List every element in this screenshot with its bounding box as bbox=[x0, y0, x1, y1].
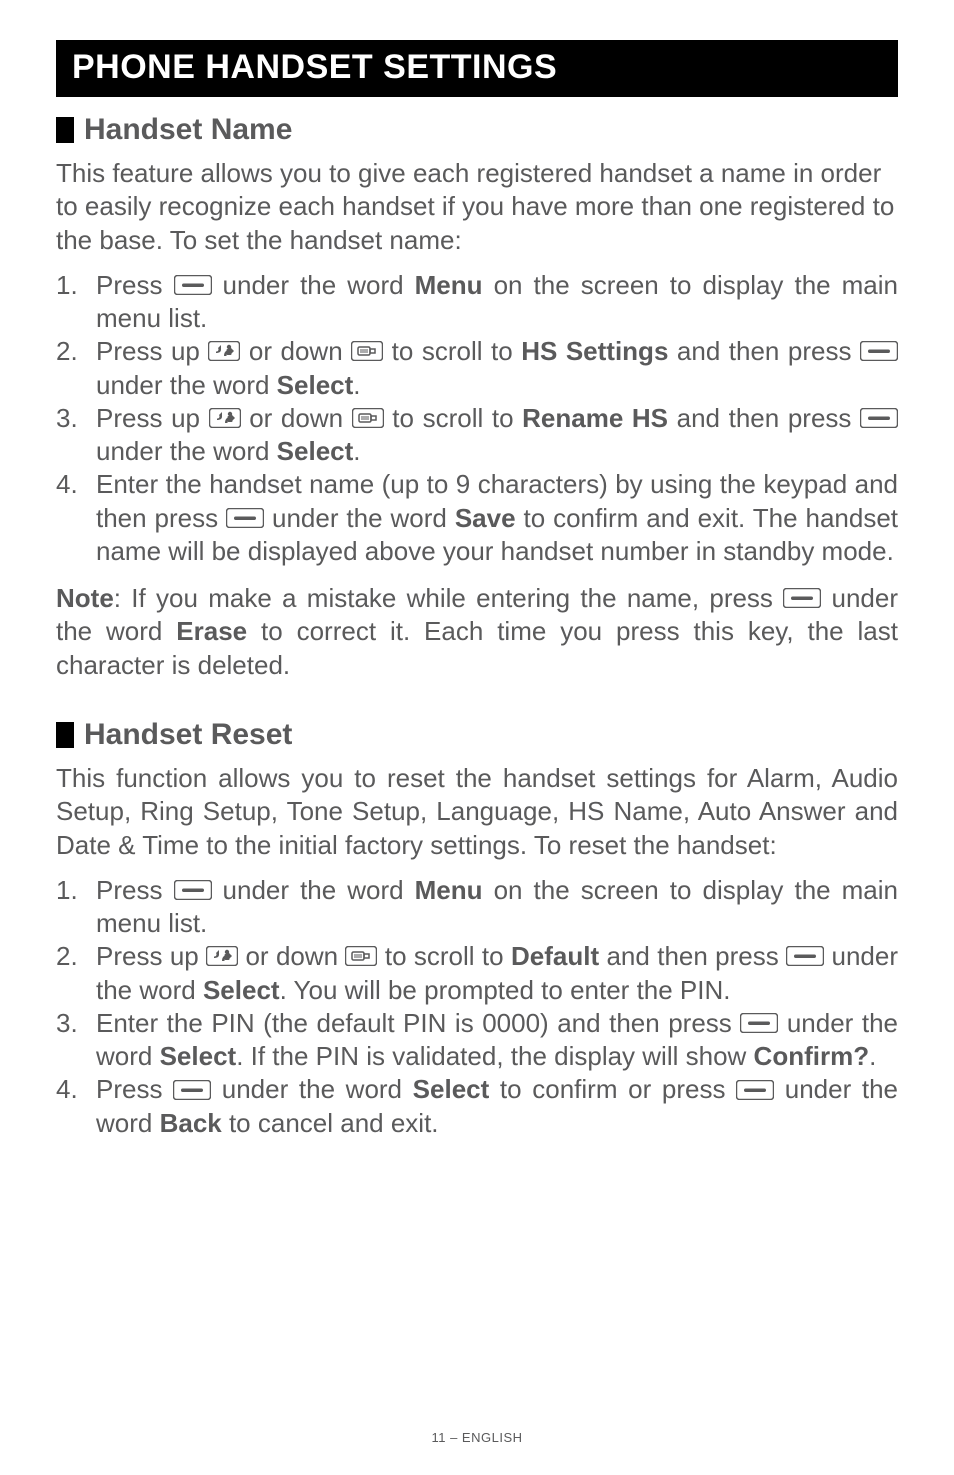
step-1: Press under the word Menu on the screen … bbox=[56, 874, 898, 941]
page-title: PHONE HANDSET SETTINGS bbox=[56, 40, 898, 97]
down-icon bbox=[351, 341, 383, 361]
handset-name-heading: Handset Name bbox=[56, 113, 898, 147]
softkey-icon bbox=[860, 341, 898, 361]
up-icon bbox=[209, 408, 241, 428]
softkey-icon bbox=[783, 588, 821, 608]
section-heading-text: Handset Reset bbox=[84, 718, 292, 752]
softkey-icon bbox=[740, 1013, 778, 1033]
page-footer: 11 – ENGLISH bbox=[0, 1430, 954, 1445]
softkey-icon bbox=[174, 275, 212, 295]
up-icon bbox=[208, 341, 240, 361]
down-icon bbox=[352, 408, 384, 428]
step-3: Enter the PIN (the default PIN is 0000) … bbox=[56, 1007, 898, 1074]
down-icon bbox=[345, 946, 377, 966]
step-2: Press up or down to scroll to Default an… bbox=[56, 940, 898, 1007]
softkey-icon bbox=[174, 880, 212, 900]
softkey-icon bbox=[736, 1080, 774, 1100]
handset-name-steps: Press under the word Menu on the screen … bbox=[56, 269, 898, 568]
softkey-icon bbox=[226, 508, 264, 528]
step-2: Press up or down to scroll to HS Setting… bbox=[56, 335, 898, 402]
handset-reset-heading: Handset Reset bbox=[56, 718, 898, 752]
handset-reset-steps: Press under the word Menu on the screen … bbox=[56, 874, 898, 1140]
softkey-icon bbox=[173, 1080, 211, 1100]
step-4: Press under the word Select to confirm o… bbox=[56, 1073, 898, 1140]
bullet-icon bbox=[56, 117, 74, 143]
handset-reset-intro: This function allows you to reset the ha… bbox=[56, 762, 898, 862]
softkey-icon bbox=[786, 946, 824, 966]
handset-name-note: Note: If you make a mistake while enteri… bbox=[56, 582, 898, 682]
bullet-icon bbox=[56, 722, 74, 748]
softkey-icon bbox=[860, 408, 898, 428]
section-heading-text: Handset Name bbox=[84, 113, 292, 147]
up-icon bbox=[206, 946, 238, 966]
handset-name-intro: This feature allows you to give each reg… bbox=[56, 157, 898, 257]
step-4: Enter the handset name (up to 9 characte… bbox=[56, 468, 898, 568]
step-3: Press up or down to scroll to Rename HS … bbox=[56, 402, 898, 469]
step-1: Press under the word Menu on the screen … bbox=[56, 269, 898, 336]
